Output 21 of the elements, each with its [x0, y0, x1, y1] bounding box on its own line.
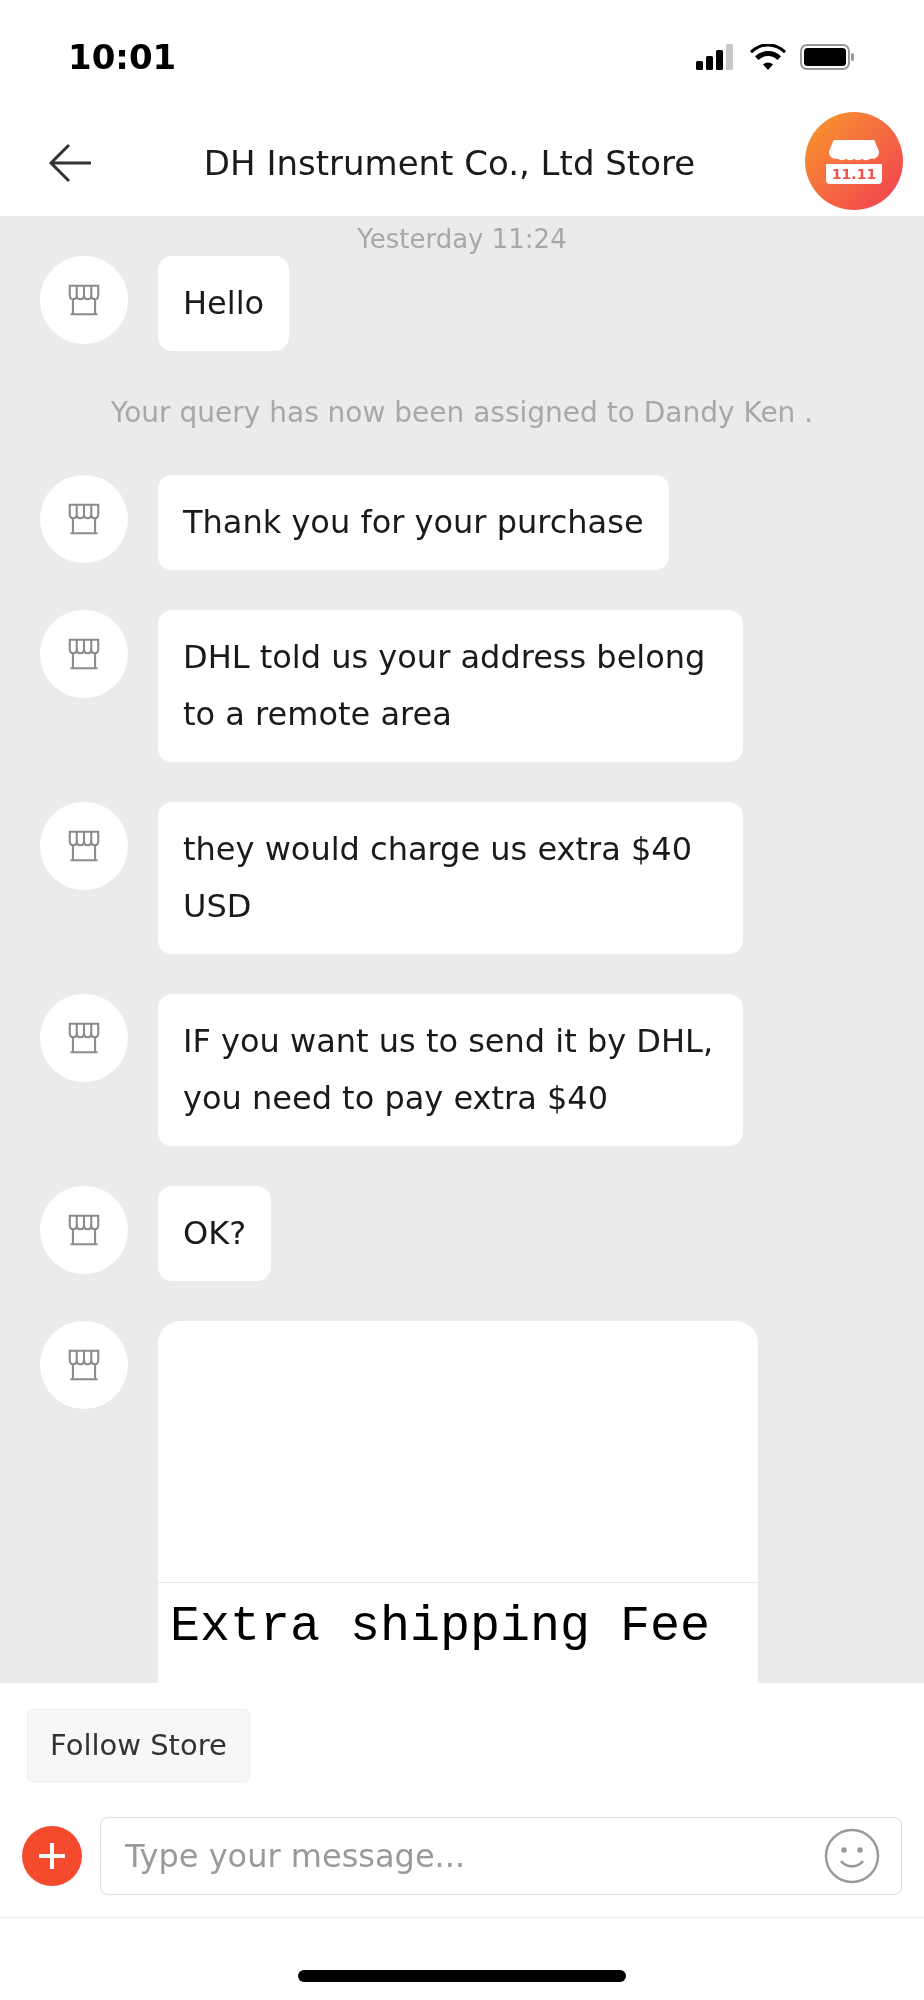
timestamp: Yesterday 11:24 [357, 223, 567, 256]
system-notice: Your query has now been assigned to Dandy Ken . [110, 395, 814, 431]
status-time: 10:01 [68, 35, 177, 79]
signal-icon [696, 44, 736, 70]
message-bubble: they would charge us extra $40 USD [158, 802, 743, 954]
image-message[interactable]: Extra shipping Fee [158, 1321, 758, 1683]
message-bubble: OK? [158, 1186, 272, 1281]
message-input[interactable]: Type your message... [100, 1817, 902, 1895]
message-bubble: Hello [158, 256, 290, 351]
image-caption: Extra shipping Fee [170, 1598, 711, 1655]
plus-icon [36, 1840, 68, 1872]
sale-badge-text: 11.11 [825, 164, 883, 184]
emoji-icon[interactable] [824, 1828, 880, 1884]
follow-store-button[interactable]: Follow Store [27, 1709, 250, 1782]
store-title: DH Instrument Co., Ltd Store [203, 141, 696, 185]
message-bubble: IF you want us to send it by DHL, you need to pay extra $40 [158, 994, 743, 1146]
add-button[interactable] [22, 1826, 82, 1886]
message-bubble: Thank you for your purchase [158, 475, 669, 570]
wifi-icon [750, 44, 786, 70]
battery-icon [800, 44, 856, 70]
message-bubble: DHL told us your address belong to a remote area [158, 610, 743, 762]
